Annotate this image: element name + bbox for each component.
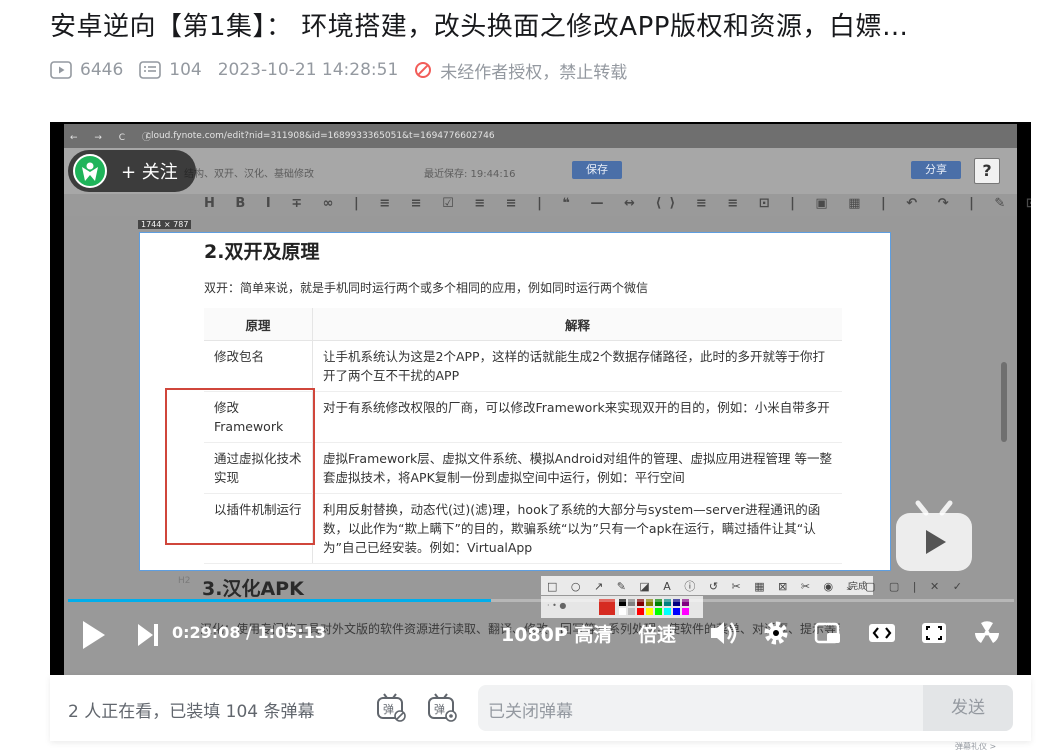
follow-button[interactable]: + 关注 (68, 150, 196, 192)
danmaku-toggle-icon[interactable]: 弹 (375, 692, 407, 724)
publish-time: 2023-10-21 14:28:51 (217, 60, 399, 80)
video-frame: ← → C ⓘ cloud.fynote.com/edit?nid=311908… (64, 124, 1031, 675)
progress-played (68, 599, 491, 602)
play-icon[interactable] (80, 618, 108, 652)
radiation-icon[interactable] (972, 618, 1002, 648)
table-cell: 虚拟Framework层、虚拟文件系统、模拟Android对组件的管理、虚拟应用… (312, 442, 842, 494)
annotation-tools: □ ○ ↗ ✎ ◪ A ⓘ ↺ ✂ ▦ ⊠ ✂ ◉ ⤓ ▢ ▢ | ✕ ✓ (547, 580, 967, 593)
table-row: 修改包名 让手机系统认为这是2个APP，这样的话就能生成2个数据存储路径，此时的… (204, 340, 842, 392)
editor-scrollbar (1001, 362, 1007, 442)
browser-address-bar: ← → C ⓘ cloud.fynote.com/edit?nid=311908… (64, 124, 1017, 148)
danmaku-count-icon (139, 61, 162, 79)
send-button[interactable]: 发送 (923, 685, 1013, 731)
section-heading: 2.双开及原理 (204, 241, 320, 263)
follow-label: + 关注 (121, 162, 178, 183)
views-count: 6446 (80, 60, 124, 80)
svg-text:弹: 弹 (383, 702, 394, 716)
dimension-label: 1744 × 787 (138, 220, 192, 229)
table-cell: 对于有系统修改权限的厂商，可以修改Framework来实现双开的目的，例如：小米… (312, 391, 842, 443)
progress-bar[interactable] (68, 599, 1014, 602)
bilibili-tv-icon (896, 500, 972, 571)
table-cell: 利用反射替换，动态代(过)(滤)理，hook了系统的大部分与system—ser… (312, 493, 842, 564)
copyright-notice: 未经作者授权，禁止转载 (414, 58, 627, 83)
watching-count: 2 人正在看，已装填 104 条弹幕 (68, 702, 315, 722)
time-separator: / (240, 623, 258, 642)
quality-button[interactable]: 1080P 高清 (501, 620, 612, 647)
pip-icon[interactable] (814, 618, 842, 648)
highlight-box (165, 388, 315, 545)
annotation-toolbar: □ ○ ↗ ✎ ◪ A ⓘ ↺ ✂ ▦ ⊠ ✂ ◉ ⤓ ▢ ▢ | ✕ ✓ 完成 (540, 575, 962, 596)
table-header: 解释 (312, 308, 842, 341)
settings-gear-icon[interactable] (762, 618, 790, 648)
player-controls: 0:29:08 / 1:05:13 1080P 高清 倍速 (50, 614, 1031, 664)
widescreen-icon[interactable] (867, 618, 897, 648)
danmaku-etiquette-link[interactable]: 弹幕礼仪 > (955, 741, 996, 752)
save-status: 最近保存: 19:44:16 (424, 169, 516, 180)
h2-tag: H2 (178, 576, 191, 586)
fullscreen-icon[interactable] (920, 618, 948, 648)
editor-header: 结构、双开、汉化、基础修改 最近保存: 19:44:16 保存 分享 ? (64, 148, 1017, 194)
time-display: 0:29:08 / 1:05:13 (172, 623, 326, 642)
forbidden-icon (415, 62, 432, 78)
total-time: 1:05:13 (257, 623, 326, 642)
video-player[interactable]: ← → C ⓘ cloud.fynote.com/edit?nid=311908… (50, 122, 1031, 675)
video-title: 安卓逆向【第1集】： 环境搭建，改头换面之修改APP版权和资源，白嫖… (50, 12, 909, 42)
svg-text:弹: 弹 (434, 702, 445, 716)
volume-icon[interactable] (709, 618, 737, 648)
danmaku-stat: 104 (139, 60, 202, 80)
editor-share-button: 分享 (911, 161, 961, 179)
play-count-icon (50, 61, 72, 79)
help-button: ? (974, 158, 1000, 184)
editor-toolbar: H B I ∓ ∞ | ≡ ≡ ☑ ≡ ≡ | ❝ — ↔ ⟨⟩ ≡ ≡ ⊡ |… (204, 196, 1031, 211)
annotation-finish: 完成 (848, 582, 867, 592)
table-cell: 让手机系统认为这是2个APP，这样的话就能生成2个数据存储路径，此时的多开就等于… (312, 340, 842, 392)
table-cell: 修改包名 (204, 340, 313, 392)
current-time: 0:29:08 (172, 623, 241, 642)
screenshot-selection: 2.双开及原理 双开：简单来说，就是手机同时运行两个或多个相同的应用，例如同时运… (139, 232, 891, 571)
browser-url: cloud.fynote.com/edit?nid=311908&id=1689… (146, 131, 495, 141)
next-section-heading: 3.汉化APK (202, 578, 304, 600)
table-header-row: 原理 解释 (204, 308, 842, 341)
danmaku-settings-icon[interactable]: 弹 (426, 692, 458, 724)
browser-nav-icons: ← → C ⓘ (70, 133, 158, 143)
brush-size-icons: · • ● (547, 601, 567, 610)
section-intro: 双开：简单来说，就是手机同时运行两个或多个相同的应用，例如同时运行两个微信 (204, 281, 649, 295)
uploader-avatar (73, 154, 107, 188)
editor-breadcrumb: 结构、双开、汉化、基础修改 (184, 169, 314, 180)
next-icon[interactable] (136, 618, 162, 652)
danmaku-count: 104 (169, 60, 202, 80)
danmaku-bar: 2 人正在看，已装填 104 条弹幕 弹 弹 已关闭弹幕 发送 (50, 675, 1031, 741)
views-stat: 6446 (50, 60, 123, 80)
copyright-text: 未经作者授权，禁止转载 (440, 62, 628, 83)
table-header: 原理 (204, 308, 313, 341)
danmaku-placeholder: 已关闭弹幕 (488, 702, 573, 722)
speed-button[interactable]: 倍速 (638, 620, 676, 647)
video-meta: 6446 104 2023-10-21 14:28:51 未经作者授权，禁止转载 (50, 58, 643, 83)
editor-save-button: 保存 (572, 161, 622, 179)
avatar-figure-icon (82, 162, 98, 181)
